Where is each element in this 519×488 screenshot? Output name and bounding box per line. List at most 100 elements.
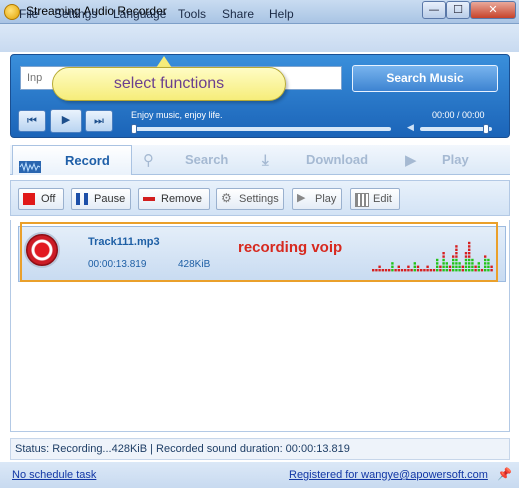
level-meter (372, 241, 493, 272)
pin-icon[interactable]: 📌 (497, 467, 512, 481)
next-icon[interactable]: ⏭ (85, 110, 113, 132)
level-meter-segment (436, 265, 439, 268)
level-meter-segment (471, 269, 474, 272)
level-meter-segment (416, 265, 420, 268)
level-meter-segment (394, 269, 397, 272)
tagline: Enjoy music, enjoy life. (131, 110, 223, 120)
minimize-button[interactable]: — (422, 1, 446, 19)
level-meter-segment (455, 262, 458, 265)
level-meter-segment (468, 258, 471, 262)
level-meter-segment (464, 255, 468, 258)
level-meter-segment (445, 269, 448, 272)
level-meter-segment (455, 258, 458, 262)
level-meter-segment (484, 262, 487, 265)
progress-handle[interactable] (131, 124, 137, 134)
tab-download-label: Download (306, 152, 369, 167)
level-meter-segment (477, 262, 480, 265)
level-meter-segment (474, 265, 477, 268)
level-meter-segment (468, 269, 471, 272)
level-meter-segment (426, 265, 429, 268)
level-meter-segment (445, 265, 448, 268)
level-meter-segment (452, 255, 455, 258)
pause-icon (76, 193, 88, 205)
level-meter-segment (423, 269, 426, 272)
play-small-icon: ▶ (297, 191, 306, 204)
level-meter-segment (468, 265, 471, 268)
level-meter-segment (452, 262, 455, 265)
level-meter-segment (487, 262, 490, 265)
level-meter-segment (397, 265, 400, 268)
level-meter-segment (471, 265, 474, 268)
level-meter-segment (484, 258, 487, 262)
maximize-button[interactable]: ☐ (446, 1, 470, 19)
level-meter-segment (487, 258, 490, 262)
level-meter-segment (458, 265, 461, 268)
level-meter-segment (464, 269, 468, 272)
menu-share[interactable]: Share (222, 7, 254, 21)
callout-annotation: select functions (52, 67, 286, 101)
progress-slider[interactable] (131, 127, 391, 131)
settings-button[interactable]: ⚙ Settings (216, 188, 284, 210)
menu-settings[interactable]: Settings (54, 7, 97, 21)
menu-language[interactable]: Language (113, 7, 166, 21)
tab-search[interactable]: ⚲ Search (140, 145, 250, 175)
level-meter-segment (416, 269, 420, 272)
menu-file[interactable]: File (19, 7, 38, 21)
level-meter-segment (442, 262, 445, 265)
level-meter-segment (397, 269, 400, 272)
search-music-button[interactable]: Search Music (352, 65, 498, 92)
level-meter-segment (442, 269, 445, 272)
registered-link[interactable]: Registered for wangye@apowersoft.com (289, 469, 488, 481)
level-meter-segment (452, 269, 455, 272)
off-label: Off (41, 193, 56, 205)
prev-icon[interactable]: ⏮ (18, 110, 46, 132)
download-icon: ⤓ (262, 151, 269, 169)
level-meter-segment (407, 265, 410, 268)
edit-button[interactable]: Edit (350, 188, 400, 210)
level-meter-segment (455, 269, 458, 272)
tab-record[interactable]: Record (12, 145, 132, 175)
volume-slider[interactable] (420, 127, 492, 131)
level-meter-segment (464, 265, 468, 268)
tab-download[interactable]: ⤓ Download (262, 145, 392, 175)
level-meter-segment (484, 255, 487, 258)
level-meter-segment (468, 255, 471, 258)
pause-button[interactable]: Pause (71, 188, 131, 210)
volume-handle[interactable] (483, 124, 489, 134)
level-meter-segment (461, 269, 464, 272)
level-meter-segment (448, 265, 452, 268)
level-meter-segment (400, 269, 404, 272)
level-meter-segment (452, 258, 455, 262)
level-meter-segment (436, 262, 439, 265)
level-meter-segment (458, 262, 461, 265)
off-button[interactable]: Off (18, 188, 64, 210)
settings-label: Settings (239, 193, 279, 205)
level-meter-segment (468, 252, 471, 255)
gear-icon: ⚙ (221, 191, 232, 205)
play-icon[interactable]: ▶ (50, 109, 82, 133)
remove-button[interactable]: Remove (138, 188, 210, 210)
level-meter-segment (439, 269, 442, 272)
level-meter-segment (439, 265, 442, 268)
level-meter-segment (407, 269, 410, 272)
level-meter-segment (490, 265, 493, 268)
edit-label: Edit (373, 193, 392, 205)
volume-icon[interactable]: ◀ (407, 123, 414, 133)
menu-help[interactable]: Help (269, 7, 294, 21)
pause-label: Pause (94, 193, 126, 205)
level-meter-segment (487, 265, 490, 268)
tab-play[interactable]: ▶ Play (402, 145, 502, 175)
level-meter-segment (458, 269, 461, 272)
play-button[interactable]: ▶ Play (292, 188, 342, 210)
play-label: Play (315, 193, 337, 205)
level-meter-segment (436, 269, 439, 272)
level-meter-segment (429, 269, 432, 272)
level-meter-segment (487, 269, 490, 272)
level-meter-segment (372, 269, 375, 272)
level-meter-segment (464, 252, 468, 255)
track-size: 428KiB (178, 259, 211, 270)
menu-tools[interactable]: Tools (178, 7, 206, 21)
level-meter-segment (484, 269, 487, 272)
schedule-link[interactable]: No schedule task (12, 469, 96, 481)
close-button[interactable]: ✕ (470, 1, 516, 19)
